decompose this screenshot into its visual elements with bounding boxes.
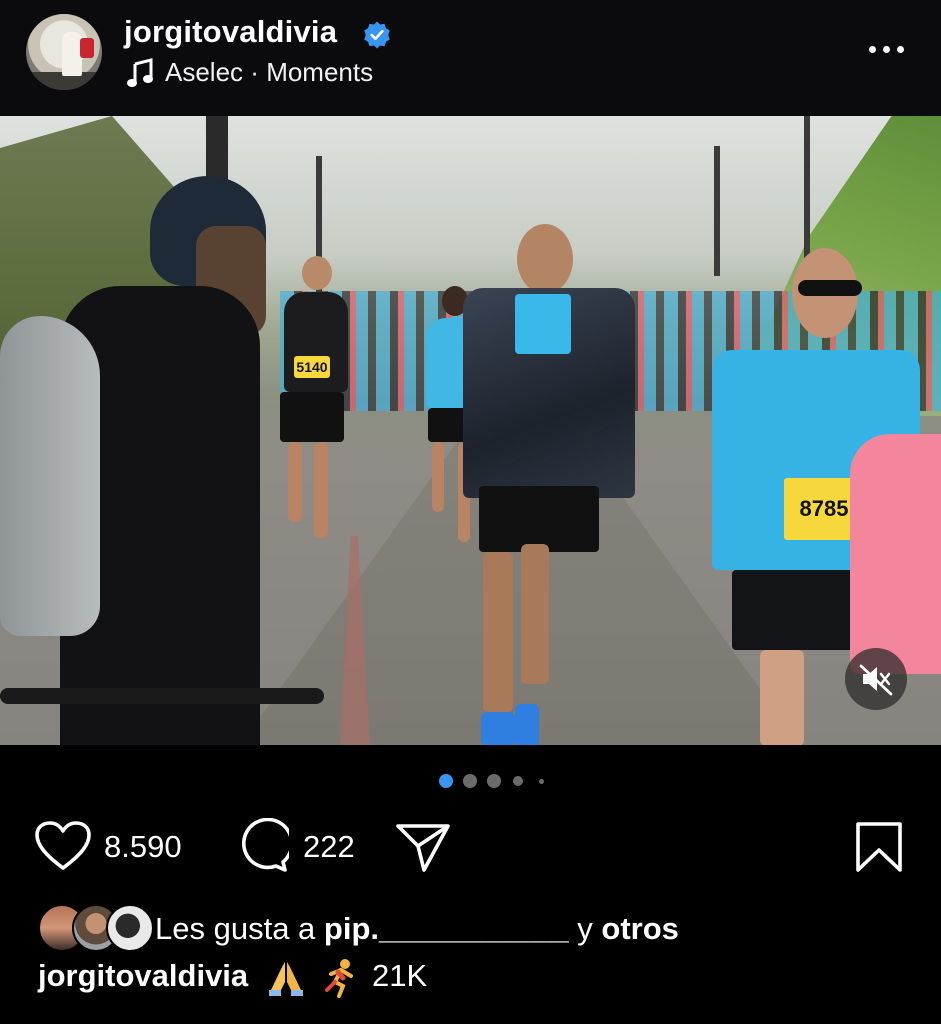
utility-pole-right	[804, 116, 810, 266]
liked-by-user[interactable]: pip.___________	[324, 911, 569, 946]
comment-count[interactable]: 222	[303, 829, 355, 865]
caption-username[interactable]: jorgitovaldivia	[38, 958, 248, 993]
more-horizontal-icon[interactable]	[867, 40, 907, 60]
save-bookmark-icon[interactable]	[854, 820, 904, 874]
profile-avatar[interactable]	[26, 14, 102, 90]
music-note-icon	[127, 58, 153, 87]
heart-icon[interactable]	[34, 820, 92, 872]
audio-attribution[interactable]: Aselec · Moments	[165, 57, 373, 88]
carousel-dot	[463, 774, 477, 788]
carousel-dot	[539, 779, 544, 784]
carousel-indicator	[0, 771, 941, 791]
audio-separator: ·	[250, 57, 259, 87]
liked-by-connector: y	[577, 911, 593, 946]
person-running-emoji	[325, 959, 354, 998]
bike-handlebar	[0, 688, 324, 704]
liked-by-others[interactable]: otros	[601, 911, 679, 946]
post-header: jorgitovaldivia Aselec · Moments	[0, 0, 941, 116]
audio-suffix[interactable]: Moments	[266, 57, 373, 87]
sunglasses	[798, 280, 862, 296]
audio-name[interactable]: Aselec	[165, 57, 243, 87]
post-username[interactable]: jorgitovaldivia	[124, 14, 337, 50]
speaker-muted-icon	[859, 664, 893, 696]
comment-icon[interactable]	[233, 818, 289, 874]
runner-main-jacket	[455, 224, 645, 745]
liked-by-prefix: Les gusta a	[155, 911, 316, 946]
liked-by-text[interactable]: Les gusta a pip.___________ y otros	[155, 911, 679, 947]
share-icon[interactable]	[394, 820, 452, 874]
caption-text: 21K	[372, 958, 428, 994]
post-caption: jorgitovaldivia 21K	[38, 958, 427, 998]
mute-toggle-button[interactable]	[845, 648, 907, 710]
carousel-dot	[487, 774, 501, 788]
spectator-with-bike	[0, 176, 330, 745]
post-media-photo[interactable]: 5140 8785	[0, 116, 941, 745]
like-count[interactable]: 8.590	[104, 829, 182, 865]
carousel-dot-active	[439, 774, 453, 788]
verified-badge-icon	[364, 21, 390, 49]
liker-avatar-3[interactable]	[106, 904, 154, 952]
carousel-dot	[513, 776, 523, 786]
folded-hands-emoji	[268, 962, 303, 996]
